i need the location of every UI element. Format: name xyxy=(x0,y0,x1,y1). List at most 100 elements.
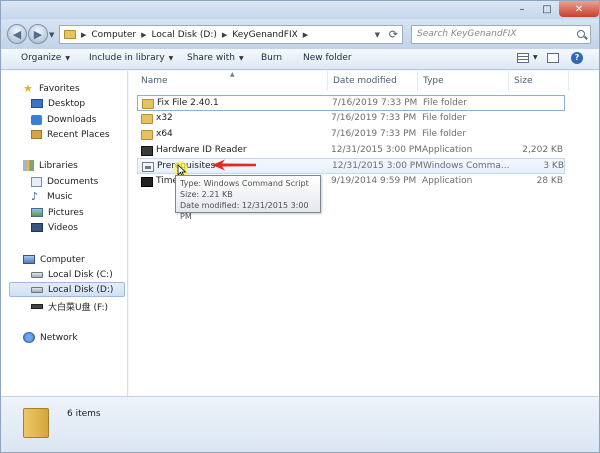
burn-label: Burn xyxy=(261,53,283,63)
share-label: Share with xyxy=(187,53,235,63)
recent-places-icon xyxy=(31,130,42,139)
dropdown-arrow-icon: ▼ xyxy=(65,54,70,62)
new-folder-label: New folder xyxy=(303,53,352,63)
videos-icon xyxy=(31,223,43,232)
burn-button[interactable]: Burn xyxy=(261,53,282,63)
nav-libraries-label: Libraries xyxy=(39,160,78,171)
refresh-icon[interactable]: ⟳ xyxy=(389,28,398,41)
new-folder-button[interactable]: New folder xyxy=(303,53,352,63)
table-row[interactable]: x64 7/16/2019 7:33 PM File folder xyxy=(137,127,565,143)
pictures-icon xyxy=(31,208,43,217)
address-row: ◀ ▶ ▼ ▶ Computer ▶ Local Disk (D:) ▶ Key… xyxy=(1,19,599,49)
nav-desktop-label: Desktop xyxy=(48,98,86,109)
folder-icon xyxy=(141,114,153,124)
nav-favorites[interactable]: ★ Favorites xyxy=(23,81,80,96)
nav-favorites-label: Favorites xyxy=(39,83,80,94)
tooltip-size: Size: 2.21 KB xyxy=(180,190,233,199)
music-icon: ♪ xyxy=(31,190,39,203)
include-label: Include in library xyxy=(89,53,165,63)
nav-music[interactable]: ♪ Music xyxy=(31,189,73,204)
help-icon[interactable]: ? xyxy=(571,52,583,64)
file-size: 3 KB xyxy=(543,161,564,171)
nav-local-disk-d[interactable]: Local Disk (D:) xyxy=(9,282,125,297)
nav-network[interactable]: Network xyxy=(23,330,78,345)
file-date: 7/16/2019 7:33 PM xyxy=(331,113,417,123)
address-history-dropdown[interactable]: ▼ xyxy=(375,31,380,39)
file-name: x32 xyxy=(156,113,173,123)
nav-local-disk-c[interactable]: Local Disk (C:) xyxy=(31,267,113,282)
breadcrumb-local-disk-d[interactable]: Local Disk (D:) xyxy=(152,30,217,40)
nav-desktop[interactable]: Desktop xyxy=(31,96,85,111)
file-type: File folder xyxy=(422,129,467,139)
nav-recent-label: Recent Places xyxy=(47,129,110,140)
file-list: Name ▲ Date modified Type Size Fix File … xyxy=(129,71,599,396)
maximize-button[interactable]: □ xyxy=(535,1,559,17)
nav-disk-d-label: Local Disk (D:) xyxy=(48,284,114,295)
file-date: 9/19/2014 9:59 PM xyxy=(331,176,417,186)
desktop-icon xyxy=(31,99,43,108)
nav-computer-label: Computer xyxy=(40,254,85,265)
file-name: x64 xyxy=(156,129,173,139)
tooltip-date: Date modified: 12/31/2015 3:00 PM xyxy=(180,201,309,221)
file-size: 28 KB xyxy=(536,176,563,186)
nav-documents[interactable]: Documents xyxy=(31,174,98,189)
nav-videos[interactable]: Videos xyxy=(31,220,78,235)
breadcrumb-computer[interactable]: Computer xyxy=(91,30,136,40)
nav-pictures-label: Pictures xyxy=(48,207,84,218)
network-icon xyxy=(23,332,35,343)
close-button[interactable]: ✕ xyxy=(559,1,599,17)
preview-pane-icon[interactable] xyxy=(547,53,559,63)
breadcrumb-separator-icon[interactable]: ▶ xyxy=(222,31,227,39)
breadcrumb-separator-icon[interactable]: ▶ xyxy=(81,31,86,39)
back-arrow-icon: ◀ xyxy=(12,27,22,41)
back-button[interactable]: ◀ xyxy=(7,24,27,44)
file-date: 12/31/2015 3:00 PM xyxy=(331,145,422,155)
table-row[interactable]: Hardware ID Reader 12/31/2015 3:00 PM Ap… xyxy=(137,143,565,159)
folder-icon xyxy=(64,30,76,39)
nav-pictures[interactable]: Pictures xyxy=(31,205,84,220)
address-bar[interactable]: ▶ Computer ▶ Local Disk (D:) ▶ KeyGenand… xyxy=(59,25,403,44)
breadcrumb-keygenandfix[interactable]: KeyGenandFIX xyxy=(232,30,297,40)
table-row[interactable]: Prerequisites 12/31/2015 3:00 PM Windows… xyxy=(137,158,565,174)
recent-pages-dropdown[interactable]: ▼ xyxy=(49,31,54,39)
include-in-library-button[interactable]: Include in library ▼ xyxy=(89,53,173,63)
file-date: 12/31/2015 3:00 PM xyxy=(332,161,423,171)
nav-music-label: Music xyxy=(47,191,73,202)
nav-libraries[interactable]: Libraries xyxy=(23,158,78,173)
computer-icon xyxy=(23,255,35,264)
nav-disk-f-label: 大白菜U盘 (F:) xyxy=(48,303,108,313)
command-toolbar: Organize ▼ Include in library ▼ Share with… xyxy=(1,49,599,70)
nav-downloads[interactable]: Downloads xyxy=(31,112,96,127)
column-header-size[interactable]: Size xyxy=(509,71,569,91)
folder-icon xyxy=(142,99,154,109)
drive-icon xyxy=(31,271,43,278)
table-row[interactable]: x32 7/16/2019 7:33 PM File folder xyxy=(137,111,565,127)
column-header-date[interactable]: Date modified xyxy=(328,71,418,91)
nav-disk-c-label: Local Disk (C:) xyxy=(48,269,113,280)
share-with-button[interactable]: Share with ▼ xyxy=(187,53,244,63)
nav-computer[interactable]: Computer xyxy=(23,252,85,267)
drive-icon xyxy=(31,286,43,293)
libraries-icon xyxy=(23,160,34,171)
nav-downloads-label: Downloads xyxy=(47,114,97,125)
file-date: 7/16/2019 7:33 PM xyxy=(331,129,417,139)
file-type: Application xyxy=(422,145,473,155)
title-bar: – □ ✕ xyxy=(1,1,599,19)
forward-arrow-icon: ▶ xyxy=(33,27,43,41)
forward-button[interactable]: ▶ xyxy=(28,24,48,44)
table-row[interactable]: Fix File 2.40.1 7/16/2019 7:33 PM File f… xyxy=(137,95,565,111)
change-view-icon[interactable] xyxy=(517,53,529,63)
breadcrumb-separator-icon[interactable]: ▶ xyxy=(141,31,146,39)
nav-videos-label: Videos xyxy=(48,222,78,233)
breadcrumb-separator-icon[interactable]: ▶ xyxy=(303,31,308,39)
search-input[interactable]: Search KeyGenandFIX xyxy=(411,25,591,44)
nav-usb-drive-f[interactable]: 大白菜U盘 (F:) xyxy=(31,299,108,314)
view-dropdown-icon[interactable]: ▼ xyxy=(533,54,538,61)
folder-icon xyxy=(141,130,153,140)
minimize-button[interactable]: – xyxy=(509,1,535,17)
organize-button[interactable]: Organize ▼ xyxy=(21,53,70,63)
file-size: 2,202 KB xyxy=(522,145,563,155)
nav-recent-places[interactable]: Recent Places xyxy=(31,127,110,142)
column-header-type[interactable]: Type xyxy=(418,71,509,91)
file-tooltip: Type: Windows Command Script Size: 2.21 … xyxy=(175,175,321,221)
